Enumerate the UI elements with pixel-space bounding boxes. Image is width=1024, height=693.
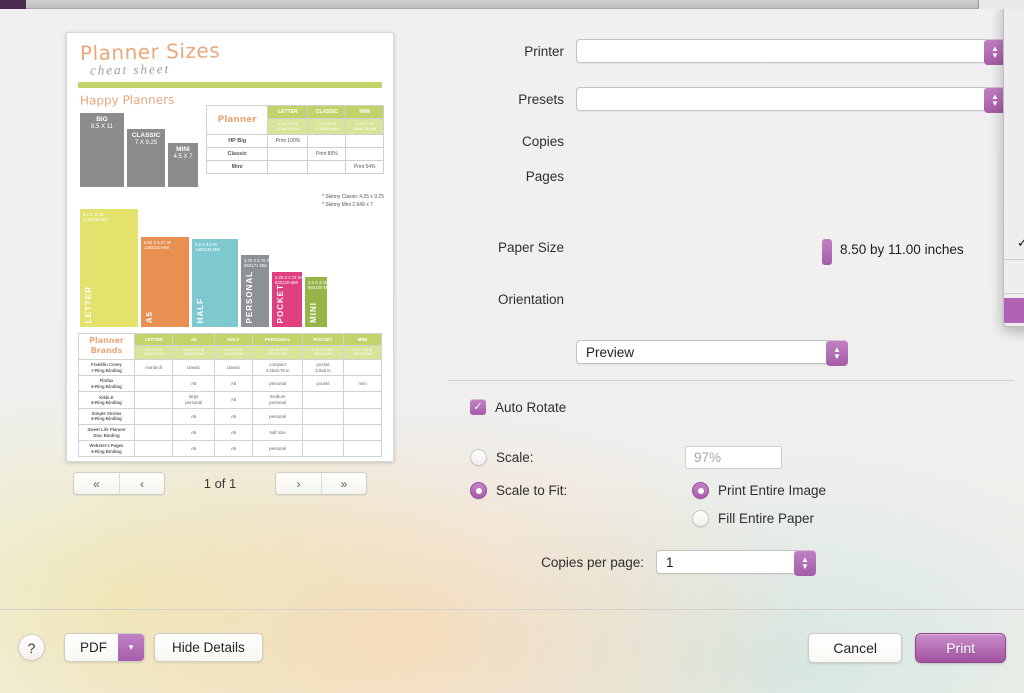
- printer-label: Printer: [524, 43, 564, 59]
- happy-planner-table: Planner LETTER CLASSIC MINI 8.5 x 11 IN 216x2…: [205, 104, 384, 175]
- presets-label: Presets: [518, 91, 564, 107]
- checkmark-icon: ✓: [1017, 235, 1024, 251]
- print-button[interactable]: Print: [915, 633, 1006, 663]
- happy-planner-bars: BIG 8.5 X 11 CLASSIC 7 X 9.25 MINI 4.5 X 7: [80, 113, 198, 187]
- size-bar: 5.5 X 8.5 IN 140X216 MM HALF: [192, 239, 238, 327]
- menu-item[interactable]: JIS B5▶: [1004, 130, 1024, 155]
- size-bar: 5.83 X 8.27 IN 148X210 MM A5: [141, 237, 189, 327]
- paper-size-label: Paper Size: [497, 240, 564, 255]
- print-entire-image-row[interactable]: Print Entire Image: [692, 482, 826, 499]
- menu-item[interactable]: Manage Custom Sizes...: [1004, 298, 1024, 323]
- orientation-label: Orientation: [497, 292, 564, 307]
- menu-separator: [1004, 259, 1024, 260]
- planner-brands-section: Planner Brands LETTER A5 HALF PERSONAL POCKET M…: [78, 333, 382, 461]
- copies-row: Copies: [440, 134, 576, 149]
- help-button[interactable]: ?: [18, 634, 45, 661]
- paper-size-row: Paper Size: [440, 240, 576, 255]
- cancel-button[interactable]: Cancel: [808, 633, 902, 663]
- app-options-select[interactable]: Preview ▲ ▼: [576, 340, 848, 366]
- next-page-button[interactable]: ›: [276, 473, 321, 494]
- size-bar: 8.5 X 11 IN 216X279 MM LETTER: [80, 209, 138, 327]
- window-titlebar: [0, 0, 1024, 9]
- scale-label: Scale:: [496, 450, 534, 465]
- app-options-stepper-icon[interactable]: ▲ ▼: [826, 340, 848, 366]
- menu-item[interactable]: Statement: [1004, 180, 1024, 205]
- cheatsheet-copyright: © Limitless Fun 2017: [78, 457, 382, 461]
- planner-brands-table: Planner Brands LETTER A5 HALF PERSONAL POCKET M…: [78, 333, 382, 458]
- print-options-form: Printer ▲ ▼ Presets ▲ ▼ Copies Pages Pap…: [440, 9, 1024, 609]
- auto-rotate-label: Auto Rotate: [495, 399, 567, 415]
- menu-item[interactable]: Postcard▶: [1004, 155, 1024, 180]
- scale-to-fit-row[interactable]: Scale to Fit:: [470, 482, 567, 499]
- hide-details-button[interactable]: Hide Details: [154, 633, 263, 662]
- print-preview-page: Planner Sizes cheat sheet Happy Planners…: [66, 32, 394, 462]
- size-bar: 3.75 X 6.75 IN 95X171 MM PERSONAL: [241, 255, 271, 327]
- menu-item[interactable]: Franklin Half: [1004, 264, 1024, 289]
- menu-item[interactable]: US Legal: [1004, 205, 1024, 230]
- printer-row: Printer ▲ ▼: [440, 39, 1006, 65]
- menu-item[interactable]: Envelope Monarch: [1004, 55, 1024, 80]
- copies-per-page-stepper-icon[interactable]: ▲ ▼: [794, 550, 816, 576]
- paper-size-menu[interactable]: Envelope Choukei 4Envelope DLEnvelope Mo…: [1003, 9, 1024, 327]
- happy-planner-bar: CLASSIC 7 X 9.25: [127, 129, 165, 187]
- scale-to-fit-label: Scale to Fit:: [496, 483, 568, 498]
- copies-label: Copies: [521, 134, 564, 149]
- copies-per-page-value: 1: [666, 554, 674, 570]
- pages-label: Pages: [525, 169, 564, 184]
- menu-item[interactable]: Envelope DL: [1004, 30, 1024, 55]
- print-entire-image-label: Print Entire Image: [718, 483, 827, 498]
- menu-item[interactable]: Executive: [1004, 105, 1024, 130]
- auto-rotate-checkbox[interactable]: ✓: [470, 399, 486, 415]
- last-page-button[interactable]: »: [321, 473, 366, 494]
- auto-rotate-row[interactable]: ✓ Auto Rotate: [470, 399, 566, 415]
- scale-radio[interactable]: [470, 449, 487, 466]
- copies-per-page-select[interactable]: 1 ▲ ▼: [656, 550, 816, 576]
- size-bar: 3.25 X 4.75 IN 83X120 MM POCKET: [272, 272, 302, 327]
- planner-size-bar-chart: 8.5 X 11 IN 216X279 MM LETTER 5.83 X 8.27 I…: [80, 209, 380, 327]
- chevron-down-icon[interactable]: ▾: [118, 634, 144, 661]
- presets-select[interactable]: ▲ ▼: [576, 87, 1006, 113]
- page-nav-back-group: « ‹: [73, 472, 165, 495]
- scale-value: 97%: [694, 450, 722, 465]
- menu-item[interactable]: ✓US Letter▶: [1004, 230, 1024, 255]
- first-page-button[interactable]: «: [74, 473, 119, 494]
- presets-row: Presets ▲ ▼: [440, 87, 1006, 113]
- printer-select[interactable]: ▲ ▼: [576, 39, 1006, 65]
- screen: LETTER 8½ X 11 INCHES Planner Sizes chea…: [0, 0, 1024, 693]
- pages-row: Pages: [440, 169, 576, 184]
- happy-planner-bar: BIG 8.5 X 11: [80, 113, 124, 187]
- page-indicator: 1 of 1: [203, 476, 237, 491]
- preview-column: Planner Sizes cheat sheet Happy Planners…: [0, 9, 440, 609]
- menu-item[interactable]: Envelope Choukei 4: [1004, 9, 1024, 30]
- fill-entire-paper-radio[interactable]: [692, 510, 709, 527]
- page-nav-forward-group: › »: [275, 472, 367, 495]
- scale-row[interactable]: Scale:: [470, 449, 534, 466]
- happy-planner-bar: MINI 4.5 X 7: [168, 143, 198, 187]
- pdf-button[interactable]: PDF ▾: [64, 633, 145, 662]
- scale-to-fit-radio[interactable]: [470, 482, 487, 499]
- title-rule: [78, 82, 382, 88]
- copies-per-page-label: Copies per page:: [541, 554, 644, 570]
- orientation-row: Orientation: [440, 292, 576, 307]
- happy-planner-notes: * Skinny Classic 4.25 x 9.25 * Skinny Min…: [322, 194, 384, 208]
- size-bar: 2.6 X 4.25 IN 66X108 MM MINI: [305, 277, 332, 327]
- form-divider: [448, 380, 1014, 381]
- paper-size-stepper-icon[interactable]: [822, 239, 832, 265]
- app-options-row: Preview ▲ ▼: [576, 340, 848, 366]
- fill-entire-paper-row[interactable]: Fill Entire Paper: [692, 510, 814, 527]
- happy-planners-section: BIG 8.5 X 11 CLASSIC 7 X 9.25 MINI 4.5 X 7 Pl…: [72, 104, 388, 208]
- scale-input[interactable]: 97%: [685, 446, 782, 469]
- dialog-bottom-bar: ? PDF ▾ Hide Details Cancel Print: [0, 609, 1024, 693]
- previous-page-button[interactable]: ‹: [119, 473, 164, 494]
- menu-separator: [1004, 293, 1024, 294]
- pdf-button-label: PDF: [80, 640, 107, 655]
- copies-per-page-row: Copies per page: 1 ▲ ▼: [440, 550, 816, 576]
- print-dialog: Planner Sizes cheat sheet Happy Planners…: [0, 9, 1024, 693]
- print-entire-image-radio[interactable]: [692, 482, 709, 499]
- app-options-value: Preview: [586, 344, 635, 360]
- menu-item[interactable]: Envelope Personal: [1004, 80, 1024, 105]
- page-navigation: « ‹ 1 of 1 › »: [0, 472, 440, 495]
- fill-entire-paper-label: Fill Entire Paper: [718, 511, 815, 526]
- paper-dimensions-text: 8.50 by 11.00 inches: [840, 242, 964, 257]
